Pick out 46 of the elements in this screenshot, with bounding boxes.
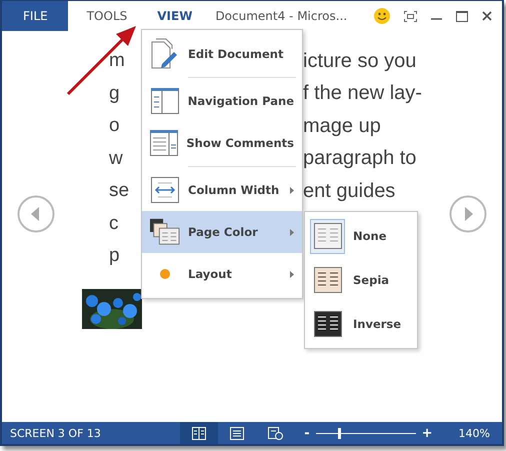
read-mode-icon: [192, 426, 206, 440]
navigation-pane-icon: [150, 88, 179, 114]
web-layout-icon: [268, 426, 283, 440]
ribbon-tab[interactable]: VIEW: [142, 1, 208, 31]
document-text: w: [109, 148, 123, 169]
ribbon-tab[interactable]: TOOLS: [72, 1, 142, 31]
document-text: se: [109, 180, 130, 202]
view-button[interactable]: [180, 422, 218, 444]
document-text: icture so you: [303, 50, 416, 73]
menu-item[interactable]: None: [305, 214, 417, 258]
document-text: m: [109, 50, 125, 72]
page-sepia-icon: [314, 267, 342, 293]
document-pencil-icon: [150, 38, 180, 70]
menu-item[interactable]: Show Comments: [142, 122, 302, 164]
menu-item[interactable]: Navigation Pane: [142, 80, 302, 122]
document-text: paragraph to: [303, 147, 416, 170]
full-screen-icon[interactable]: [404, 10, 417, 22]
document-text: c: [109, 212, 119, 234]
document-text: ent guides: [303, 180, 396, 203]
menu-item[interactable]: Inverse: [305, 302, 417, 346]
window-title: Document4 - Micros...: [215, 9, 348, 23]
file-tab[interactable]: FILE: [2, 1, 68, 31]
page-inverse-icon: [314, 311, 342, 337]
close-icon[interactable]: [482, 11, 492, 21]
document-text: p: [109, 245, 120, 266]
column-width-icon: [151, 177, 179, 203]
menu-item[interactable]: Edit Document: [142, 33, 302, 75]
zoom-level: 140%: [458, 426, 490, 440]
smiley-icon[interactable]: [374, 8, 390, 24]
zoom-out-button[interactable]: -: [304, 426, 310, 440]
page-none-icon: [314, 223, 342, 249]
zoom-in-button[interactable]: +: [422, 426, 433, 440]
menu-item[interactable]: Sepia: [305, 258, 417, 302]
screen-count: SCREEN 3 OF 13: [10, 426, 101, 440]
document-text: g: [109, 82, 120, 104]
maximize-icon[interactable]: [456, 10, 468, 22]
comments-pane-icon: [150, 130, 178, 156]
document-text: f the new lay-: [303, 82, 422, 106]
menu-item[interactable]: Column Width: [142, 169, 302, 211]
page-color-icon: [150, 218, 180, 246]
dot-icon: [160, 269, 170, 279]
document-text: mage up: [303, 114, 381, 138]
document-text: o: [109, 115, 120, 136]
menu-item[interactable]: Page Color: [142, 211, 302, 253]
print-layout-icon: [230, 426, 244, 440]
menu-item[interactable]: Layout: [142, 253, 302, 295]
